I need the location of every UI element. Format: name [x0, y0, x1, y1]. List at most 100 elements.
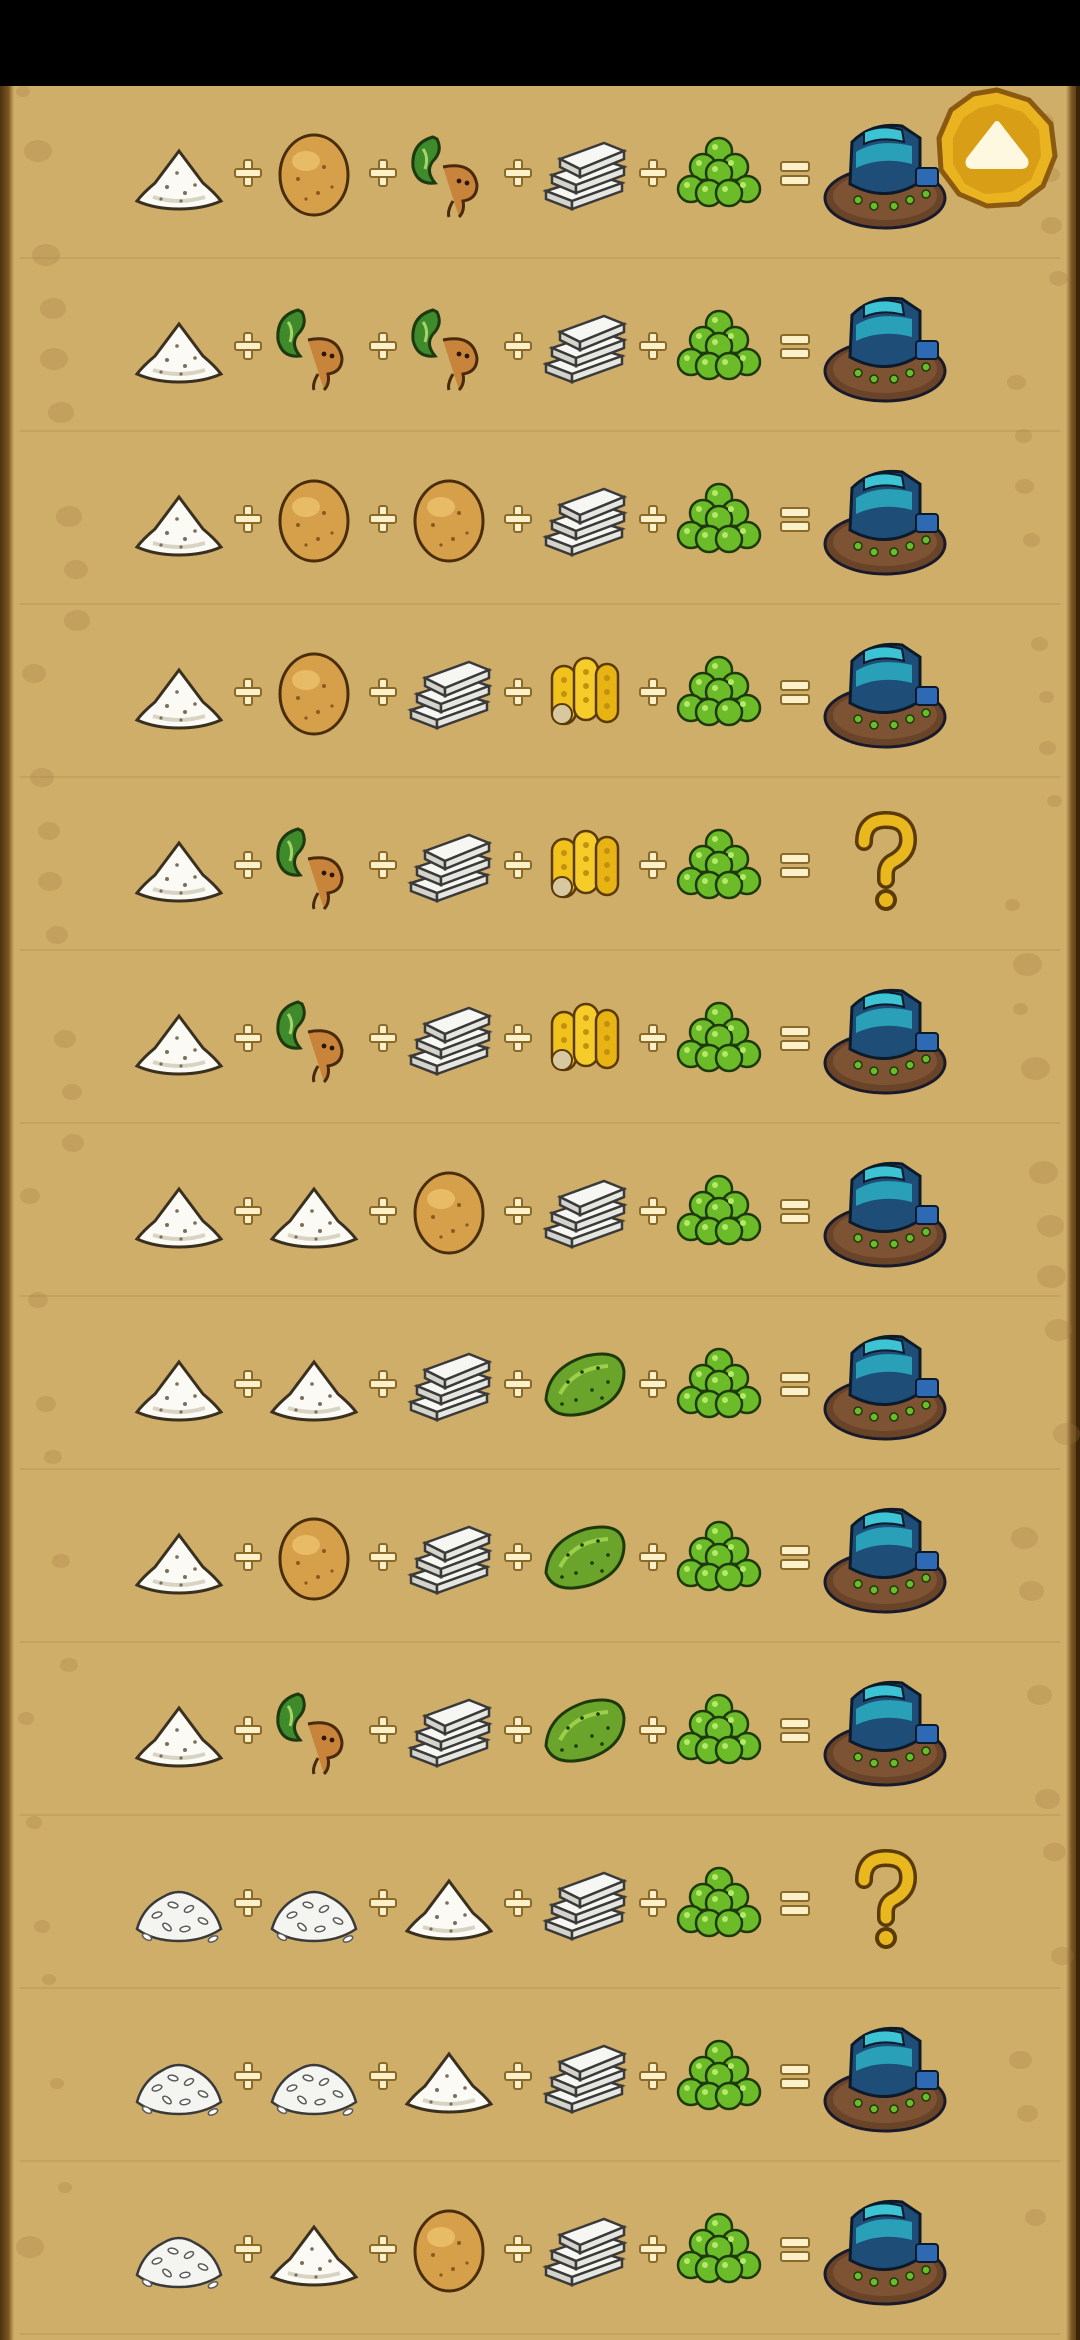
potato-icon — [268, 646, 360, 738]
blue-machine-icon[interactable] — [822, 112, 948, 232]
sugar-cubes-icon — [538, 1165, 630, 1257]
plus-icon — [504, 1543, 532, 1571]
blue-machine-icon[interactable] — [822, 2188, 948, 2308]
flour-icon — [268, 2203, 360, 2295]
green-berries-icon — [673, 992, 765, 1084]
plus-icon — [234, 1889, 262, 1917]
plus-icon — [504, 1370, 532, 1398]
plus-icon — [504, 1889, 532, 1917]
recipe-row[interactable] — [0, 605, 1080, 778]
green-berries-icon — [673, 473, 765, 565]
blue-machine-icon[interactable] — [822, 458, 948, 578]
corn-icon — [538, 992, 630, 1084]
flour-icon — [133, 473, 225, 565]
flour-icon — [403, 1857, 495, 1949]
plus-icon — [504, 159, 532, 187]
sugar-cubes-icon — [403, 1684, 495, 1776]
recipe-row[interactable] — [0, 951, 1080, 1124]
equals-icon — [780, 850, 812, 880]
mandrake-root-icon — [268, 992, 360, 1084]
blue-machine-icon[interactable] — [822, 1669, 948, 1789]
blue-machine-icon[interactable] — [822, 285, 948, 405]
row-divider — [20, 2333, 1060, 2335]
plus-icon — [234, 2235, 262, 2263]
equals-icon — [780, 504, 812, 534]
potato-icon — [268, 1511, 360, 1603]
blue-machine-icon[interactable] — [822, 1150, 948, 1270]
rice-icon — [133, 2030, 225, 2122]
recipe-row[interactable] — [0, 1124, 1080, 1297]
sugar-cubes-icon — [538, 127, 630, 219]
green-berries-icon — [673, 646, 765, 738]
plus-icon — [639, 2062, 667, 2090]
sugar-cubes-icon — [538, 300, 630, 392]
green-berries-icon — [673, 2030, 765, 2122]
mandrake-root-icon — [403, 127, 495, 219]
plus-icon — [639, 1543, 667, 1571]
plus-icon — [639, 1716, 667, 1744]
potato-icon — [403, 1165, 495, 1257]
flour-icon — [133, 992, 225, 1084]
recipe-list[interactable] — [0, 86, 1080, 2340]
sugar-cubes-icon — [403, 646, 495, 738]
plus-icon — [234, 505, 262, 533]
recipe-row[interactable] — [0, 1643, 1080, 1816]
plus-icon — [369, 2235, 397, 2263]
blue-machine-icon[interactable] — [822, 631, 948, 751]
sugar-cubes-icon — [403, 819, 495, 911]
plus-icon — [369, 678, 397, 706]
plus-icon — [504, 2235, 532, 2263]
plus-icon — [234, 678, 262, 706]
flour-icon — [133, 1165, 225, 1257]
equals-icon — [780, 2061, 812, 2091]
recipe-row[interactable] — [0, 1470, 1080, 1643]
plus-icon — [234, 2062, 262, 2090]
sugar-cubes-icon — [538, 2030, 630, 2122]
plus-icon — [234, 1197, 262, 1225]
recipe-row[interactable] — [0, 778, 1080, 951]
plus-icon — [369, 159, 397, 187]
sugar-cubes-icon — [403, 1338, 495, 1430]
blue-machine-icon[interactable] — [822, 1496, 948, 1616]
recipe-row[interactable] — [0, 86, 1080, 259]
equals-icon — [780, 1369, 812, 1399]
recipe-row[interactable] — [0, 432, 1080, 605]
plus-icon — [369, 332, 397, 360]
sugar-cubes-icon — [538, 473, 630, 565]
question-mark-icon[interactable] — [822, 804, 948, 924]
status-bar — [0, 0, 1080, 86]
plus-icon — [504, 2062, 532, 2090]
plus-icon — [234, 332, 262, 360]
plus-icon — [369, 1543, 397, 1571]
plus-icon — [504, 1716, 532, 1744]
scroll-to-top-button[interactable] — [935, 86, 1059, 210]
plus-icon — [234, 159, 262, 187]
flour-icon — [403, 2030, 495, 2122]
plus-icon — [504, 851, 532, 879]
green-berries-icon — [673, 1338, 765, 1430]
recipe-row[interactable] — [0, 2162, 1080, 2335]
flour-icon — [133, 1338, 225, 1430]
sugar-cubes-icon — [403, 1511, 495, 1603]
flour-icon — [133, 1511, 225, 1603]
plus-icon — [369, 1716, 397, 1744]
recipe-row[interactable] — [0, 1297, 1080, 1470]
plus-icon — [369, 1024, 397, 1052]
plus-icon — [369, 1889, 397, 1917]
recipe-row[interactable] — [0, 259, 1080, 432]
flour-icon — [133, 819, 225, 911]
plus-icon — [639, 505, 667, 533]
plus-icon — [234, 1024, 262, 1052]
blue-machine-icon[interactable] — [822, 977, 948, 1097]
plus-icon — [504, 332, 532, 360]
plus-icon — [639, 1370, 667, 1398]
flour-icon — [133, 646, 225, 738]
equals-icon — [780, 677, 812, 707]
blue-machine-icon[interactable] — [822, 1323, 948, 1443]
recipe-row[interactable] — [0, 1816, 1080, 1989]
flour-icon — [133, 300, 225, 392]
question-mark-icon[interactable] — [822, 1842, 948, 1962]
blue-machine-icon[interactable] — [822, 2015, 948, 2135]
recipe-row[interactable] — [0, 1989, 1080, 2162]
green-berries-icon — [673, 1857, 765, 1949]
